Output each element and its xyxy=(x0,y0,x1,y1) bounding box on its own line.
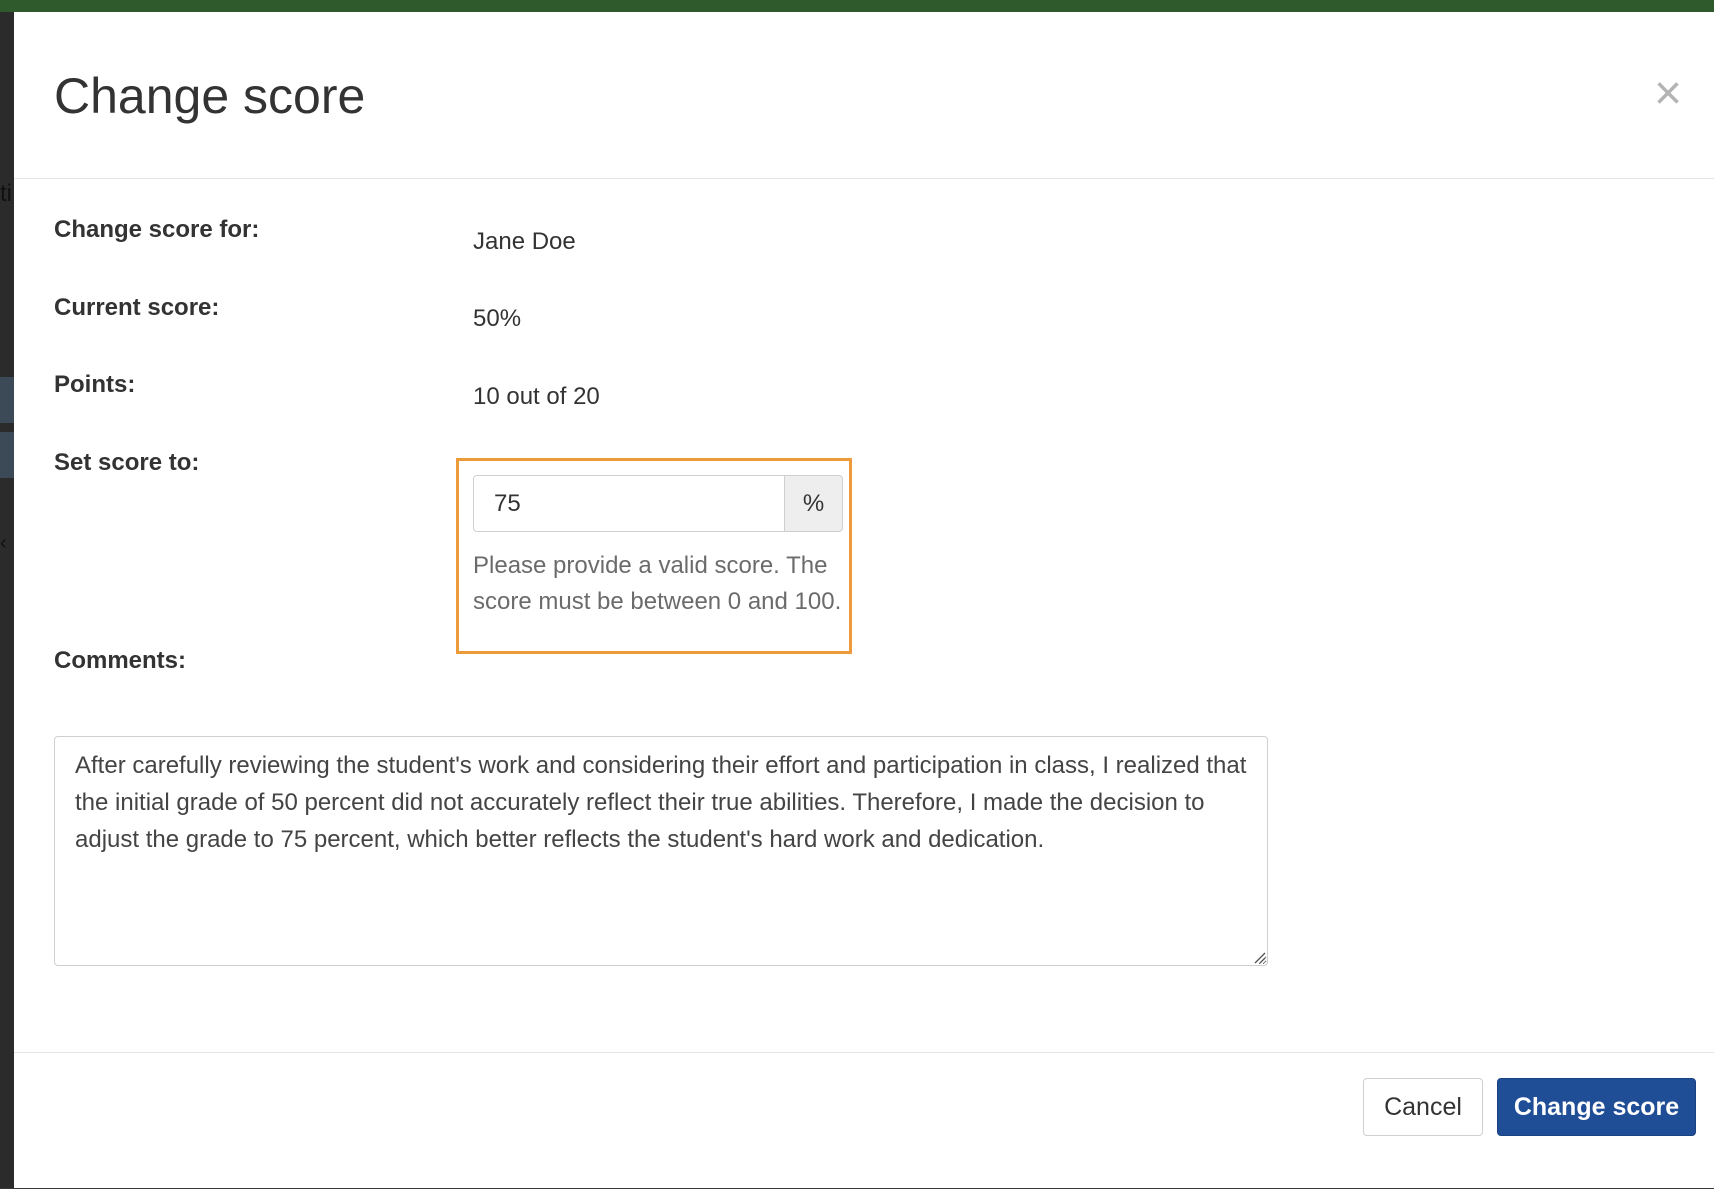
backdrop-nav-block xyxy=(0,432,14,478)
dialog-header: Change score × xyxy=(14,12,1714,179)
change-score-dialog: Change score × Change score for: Jane Do… xyxy=(14,12,1714,1188)
set-score-label: Set score to: xyxy=(54,449,200,476)
dialog-footer: Cancel Change score xyxy=(14,1052,1714,1189)
current-score-label: Current score: xyxy=(54,294,220,321)
score-input[interactable] xyxy=(473,475,785,532)
student-name: Jane Doe xyxy=(473,228,576,255)
points-value: 10 out of 20 xyxy=(473,383,600,410)
backdrop-nav-block xyxy=(0,377,14,423)
change-score-button[interactable]: Change score xyxy=(1497,1078,1696,1136)
score-validation-message: Please provide a valid score. The score … xyxy=(473,552,842,615)
current-score-value: 50% xyxy=(473,305,522,332)
close-icon[interactable]: × xyxy=(1642,68,1694,120)
background-top-bar xyxy=(0,0,1714,12)
dialog-title: Change score xyxy=(54,68,366,124)
resize-handle-icon[interactable] xyxy=(1252,950,1266,964)
percent-addon: % xyxy=(785,475,843,532)
comments-label: Comments: xyxy=(54,647,187,674)
cancel-button[interactable]: Cancel xyxy=(1363,1078,1483,1136)
score-input-group: % xyxy=(473,475,843,532)
backdrop-chevron-icon: ‹ xyxy=(0,532,7,554)
backdrop-partial-text: ti xyxy=(0,180,12,207)
points-label: Points: xyxy=(54,371,136,398)
change-score-for-label: Change score for: xyxy=(54,216,260,243)
comments-textarea[interactable]: After carefully reviewing the student's … xyxy=(54,736,1268,966)
